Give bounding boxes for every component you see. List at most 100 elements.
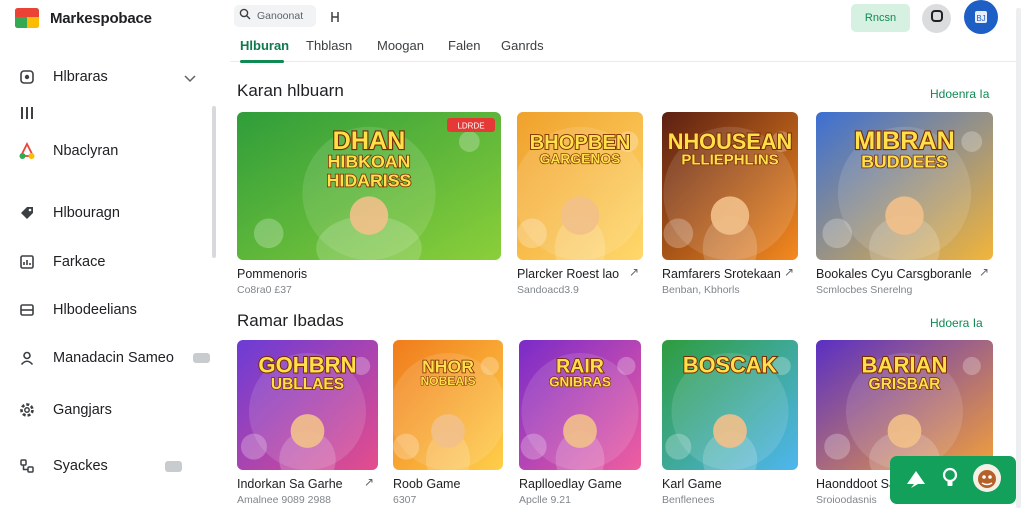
game-subtitle: Amalnee 9089 2988 bbox=[237, 494, 331, 506]
search-input[interactable]: Ganoonat bbox=[257, 10, 303, 22]
game-subtitle: Apclle 9.21 bbox=[519, 494, 571, 506]
brand-name: Markespobace bbox=[50, 9, 152, 27]
game-title[interactable]: Bookales Cyu Carsgboranle bbox=[816, 267, 972, 281]
tag-icon bbox=[18, 204, 36, 222]
art-title-text: BOSCAK bbox=[683, 353, 778, 378]
game-subtitle: Co8ra0 £37 bbox=[237, 284, 292, 296]
share-arrow-icon[interactable]: ↗ bbox=[784, 265, 794, 279]
sidebar-item-tags[interactable]: Hlbouragn bbox=[0, 197, 214, 229]
sidebar-item-label: Nbaclyran bbox=[53, 143, 119, 159]
sidebar-item-library[interactable] bbox=[0, 97, 214, 129]
sidebar-item-label: Hlbodeelians bbox=[53, 302, 137, 318]
badge-pill bbox=[165, 461, 182, 472]
section-title: Karan hlbuarn bbox=[237, 81, 344, 100]
sidebar-item-label: Gangjars bbox=[53, 402, 112, 418]
tab-categories[interactable]: Moogan bbox=[377, 38, 424, 62]
section-title: Ramar Ibadas bbox=[237, 311, 344, 330]
game-thumbnail[interactable]: NHOUSEAN PLLIEPHLINS bbox=[662, 112, 798, 260]
sidebar-item-settings[interactable]: Gangjars bbox=[0, 394, 214, 426]
grid-icon bbox=[18, 253, 36, 271]
share-arrow-icon[interactable]: ↗ bbox=[629, 265, 639, 279]
tab-cards[interactable]: Ganrds bbox=[501, 38, 544, 62]
shield-icon bbox=[930, 9, 944, 28]
game-thumbnail[interactable]: BARIAN GRISBAR bbox=[816, 340, 993, 470]
active-tab-indicator bbox=[240, 60, 284, 63]
tab-bar: Hlburan Thblasn Moogan Falen Ganrds bbox=[230, 38, 1016, 62]
game-thumbnail[interactable]: DHAN HIBKOAN HIDARISS LDRDE bbox=[237, 112, 501, 260]
sidebar-item-stacks[interactable]: Syackes bbox=[0, 450, 214, 482]
art-title-text: BARIAN bbox=[862, 353, 948, 378]
game-title[interactable]: Plarcker Roest lao bbox=[517, 267, 619, 281]
game-thumbnail[interactable]: GOHBRN UBLLAES bbox=[237, 340, 378, 470]
chat-bubble-icon[interactable] bbox=[904, 467, 928, 494]
tab-home[interactable]: Hlburan bbox=[240, 38, 289, 62]
list-icon bbox=[18, 301, 36, 319]
game-title[interactable]: Ramfarers Srotekaan bbox=[662, 267, 781, 281]
game-subtitle: Benban, Kbhorls bbox=[662, 284, 740, 296]
art-title-text: HIBKOAN bbox=[328, 152, 411, 172]
game-subtitle: 6307 bbox=[393, 494, 417, 506]
game-title[interactable]: Karl Game bbox=[662, 477, 722, 491]
art-title-text: UBLLAES bbox=[271, 376, 344, 393]
sidebar: Markespobace Hlbraras Nbaclyran Hlbourag… bbox=[0, 0, 222, 512]
sidebar-item-label: Farkace bbox=[53, 254, 106, 270]
art-badge: LDRDE bbox=[447, 118, 495, 132]
game-title[interactable]: Indorkan Sa Garhe bbox=[237, 477, 343, 491]
art-title-text: GRISBAR bbox=[869, 376, 941, 393]
chevron-down-icon[interactable] bbox=[184, 70, 196, 88]
sidebar-scrollbar[interactable] bbox=[212, 106, 216, 258]
art-title-text: NHOUSEAN bbox=[668, 129, 792, 154]
share-arrow-icon[interactable]: ↗ bbox=[979, 265, 989, 279]
search-icon bbox=[239, 7, 251, 25]
filter-icon[interactable] bbox=[330, 10, 340, 28]
game-thumbnail[interactable]: MIBRAN BUDDEES bbox=[816, 112, 993, 260]
avatar[interactable]: BJ bbox=[964, 0, 998, 34]
sidebar-item-grid[interactable]: Farkace bbox=[0, 246, 214, 278]
see-more-link[interactable]: Hdoenra Ia bbox=[930, 87, 989, 101]
main-scrollbar[interactable] bbox=[1016, 8, 1021, 508]
home-icon bbox=[18, 68, 36, 86]
game-thumbnail[interactable]: NHOR NOBEAIS bbox=[393, 340, 503, 470]
apps-icon bbox=[18, 142, 36, 160]
see-more-link[interactable]: Hdoera Ia bbox=[930, 316, 983, 330]
svg-text:LDRDE: LDRDE bbox=[457, 122, 484, 131]
person-icon bbox=[18, 349, 36, 367]
app-root: Markespobace Hlbraras Nbaclyran Hlbourag… bbox=[0, 0, 1024, 512]
lightbulb-icon[interactable] bbox=[941, 467, 959, 494]
game-title[interactable]: Haonddoot Sa bbox=[816, 477, 896, 491]
share-arrow-icon[interactable]: ↗ bbox=[364, 475, 374, 489]
sidebar-item-managed-games[interactable]: Manadacin Sameo bbox=[0, 342, 214, 374]
sidebar-item-label: Syackes bbox=[53, 458, 108, 474]
game-title[interactable]: Roob Game bbox=[393, 477, 460, 491]
art-title-text: BUDDEES bbox=[861, 152, 948, 172]
art-title-text: GARGENOS bbox=[540, 151, 621, 167]
tab-new[interactable]: Falen bbox=[448, 38, 481, 62]
tab-top[interactable]: Thblasn bbox=[306, 38, 352, 62]
search-box[interactable]: Ganoonat bbox=[234, 5, 316, 27]
sidebar-item-apps[interactable]: Nbaclyran bbox=[0, 135, 214, 167]
sidebar-item-label: Hlbouragn bbox=[53, 205, 120, 221]
sidebar-item-label: Hlbraras bbox=[53, 69, 108, 85]
chat-widget[interactable] bbox=[890, 456, 1016, 504]
signin-button[interactable]: Rncsn bbox=[851, 4, 910, 32]
avatar[interactable] bbox=[972, 463, 1002, 498]
avatar-initials: BJ bbox=[976, 14, 985, 23]
game-subtitle: Benflenees bbox=[662, 494, 715, 506]
art-title-text: NOBEAIS bbox=[420, 374, 475, 388]
puzzle-icon bbox=[18, 457, 36, 475]
account-circle-button[interactable] bbox=[922, 4, 951, 33]
game-title[interactable]: Raplloedlay Game bbox=[519, 477, 622, 491]
art-title-text: GOHBRN bbox=[258, 353, 356, 378]
sidebar-item-list[interactable]: Hlbodeelians bbox=[0, 294, 214, 326]
game-subtitle: Scmlocbes Snerelng bbox=[816, 284, 913, 296]
sidebar-item-label: Manadacin Sameo bbox=[53, 350, 174, 366]
sidebar-item-home[interactable]: Hlbraras bbox=[0, 61, 214, 93]
game-title[interactable]: Pommenoris bbox=[237, 267, 307, 281]
game-thumbnail[interactable]: RAIR GNIBRAS bbox=[519, 340, 641, 470]
game-thumbnail[interactable]: BHOPBEN GARGENOS bbox=[517, 112, 643, 260]
brand-logo bbox=[14, 5, 40, 31]
game-thumbnail[interactable]: BOSCAK bbox=[662, 340, 798, 470]
brand[interactable]: Markespobace bbox=[14, 4, 152, 32]
game-subtitle: Sandoacd3.9 bbox=[517, 284, 579, 296]
library-icon bbox=[18, 104, 36, 122]
